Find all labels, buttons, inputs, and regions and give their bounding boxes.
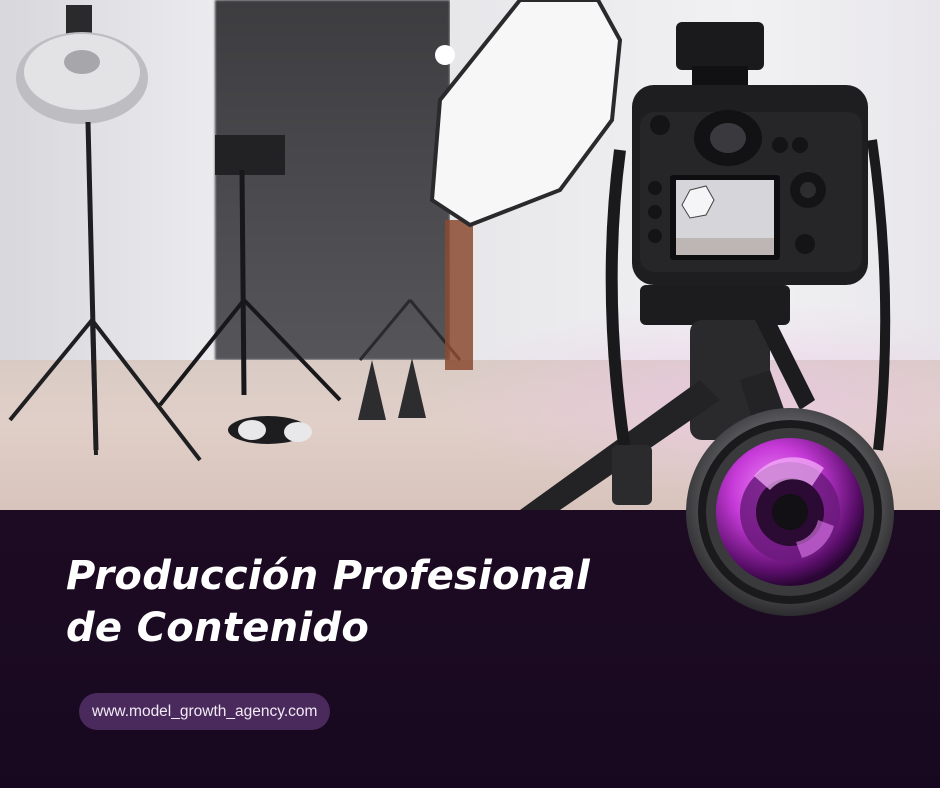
- camera-body: [632, 22, 868, 285]
- website-url-link[interactable]: www.model_growth_agency.com: [79, 693, 331, 730]
- camera-lens-icon: [684, 406, 896, 618]
- headline: Producción Profesional de Contenido: [66, 550, 686, 654]
- headline-line-2: de Contenido: [66, 605, 370, 651]
- light-stand-middle: [158, 135, 342, 444]
- softbox: [429, 0, 623, 228]
- promo-banner: Producción Profesional de Contenido www.…: [0, 0, 940, 788]
- headline-line-1: Producción Profesional: [66, 553, 591, 599]
